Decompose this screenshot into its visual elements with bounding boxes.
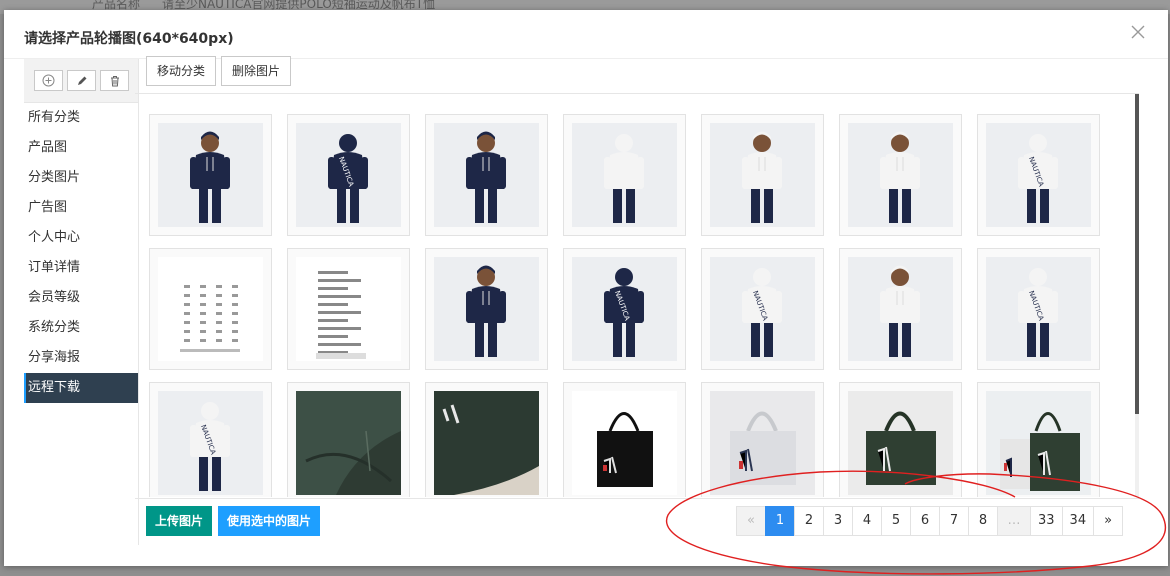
thumbnail-image: [710, 391, 815, 495]
image-thumbnail[interactable]: NAUTICA: [563, 248, 686, 370]
image-thumbnail[interactable]: NAUTICA: [701, 248, 824, 370]
upload-image-button[interactable]: 上传图片: [146, 506, 213, 536]
image-thumbnail[interactable]: [563, 382, 686, 497]
thumbnail-image: [434, 257, 539, 361]
image-thumbnail[interactable]: [563, 114, 686, 236]
edit-icon: [77, 76, 86, 85]
prev-page-button[interactable]: «: [736, 506, 766, 536]
thumbnail-image: NAUTICA: [986, 123, 1091, 227]
thumbnail-image: [572, 391, 677, 495]
thumbnail-image: [710, 123, 815, 227]
page-button[interactable]: 6: [910, 506, 940, 536]
thumbnail-image: [434, 123, 539, 227]
image-thumbnail[interactable]: [701, 114, 824, 236]
add-category-button[interactable]: [34, 70, 63, 91]
category-item[interactable]: 分享海报: [24, 343, 139, 373]
page-ellipsis: …: [997, 506, 1031, 536]
image-thumbnail[interactable]: [287, 382, 410, 497]
image-thumbnail[interactable]: [977, 382, 1100, 497]
thumbnail-image: [296, 257, 401, 361]
thumbnail-image: [572, 123, 677, 227]
category-item[interactable]: 广告图: [24, 193, 139, 223]
category-item[interactable]: 远程下载: [24, 373, 139, 403]
image-thumbnail[interactable]: NAUTICA: [149, 382, 272, 497]
sidebar-toolbar: [24, 59, 139, 103]
thumbnail-image: [848, 257, 953, 361]
page-button[interactable]: 2: [794, 506, 824, 536]
thumbnail-image: [434, 391, 539, 495]
category-item[interactable]: 分类图片: [24, 163, 139, 193]
modal-title: 请选择产品轮播图(640*640px): [24, 31, 234, 47]
add-icon: [42, 74, 55, 87]
next-page-button[interactable]: »: [1093, 506, 1124, 536]
thumbnail-image: NAUTICA: [710, 257, 815, 361]
category-item[interactable]: 订单详情: [24, 253, 139, 283]
category-item[interactable]: 个人中心: [24, 223, 139, 253]
scrollbar-thumb[interactable]: [1135, 94, 1139, 414]
page-button[interactable]: 33: [1030, 506, 1063, 536]
image-thumbnail[interactable]: [839, 248, 962, 370]
page-button[interactable]: 5: [881, 506, 911, 536]
image-thumbnail[interactable]: [425, 248, 548, 370]
image-thumbnail[interactable]: NAUTICA: [977, 114, 1100, 236]
image-thumbnail[interactable]: [839, 114, 962, 236]
image-toolbar: 移动分类 删除图片: [146, 56, 292, 86]
close-icon[interactable]: [1130, 24, 1146, 40]
page-button[interactable]: 3: [823, 506, 853, 536]
thumbnail-image: [848, 391, 953, 495]
image-thumbnail[interactable]: [425, 382, 548, 497]
trash-icon: [110, 75, 119, 86]
category-item[interactable]: 系统分类: [24, 313, 139, 343]
page-button[interactable]: 8: [968, 506, 998, 536]
thumbnail-image: NAUTICA: [572, 257, 677, 361]
delete-image-button[interactable]: 删除图片: [221, 56, 292, 86]
thumbnail-image: NAUTICA: [986, 257, 1091, 361]
page-button[interactable]: 1: [765, 506, 795, 536]
page-button[interactable]: 4: [852, 506, 882, 536]
thumbnail-image: [848, 123, 953, 227]
use-selected-image-button[interactable]: 使用选中的图片: [218, 506, 321, 536]
footer-divider: [135, 498, 1139, 499]
category-item[interactable]: 产品图: [24, 133, 139, 163]
category-item[interactable]: 会员等级: [24, 283, 139, 313]
image-thumbnail[interactable]: NAUTICA: [287, 114, 410, 236]
thumbnail-image: NAUTICA: [296, 123, 401, 227]
thumbnail-image: [158, 123, 263, 227]
thumbnail-image: [296, 391, 401, 495]
category-item[interactable]: 所有分类: [24, 103, 139, 133]
edit-category-button[interactable]: [67, 70, 96, 91]
image-thumbnail[interactable]: [425, 114, 548, 236]
image-thumbnail[interactable]: NAUTICA: [977, 248, 1100, 370]
grid-scrollbar[interactable]: [1135, 94, 1139, 497]
image-thumbnail[interactable]: [149, 248, 272, 370]
category-sidebar: 所有分类 产品图 分类图片 广告图 个人中心 订单详情 会员等级 系统分类 分享海报 远程下载: [24, 59, 139, 545]
thumbnail-image: [986, 391, 1091, 495]
image-thumbnail[interactable]: [149, 114, 272, 236]
image-thumbnail[interactable]: [287, 248, 410, 370]
pagination: «1 2 3 4 5 6 7 8… 33 34»: [736, 506, 1124, 536]
thumbnail-image: [158, 257, 263, 361]
delete-category-button[interactable]: [100, 70, 129, 91]
image-grid: NAUTICA NAUTICA NAUTICA NAUTICA NAUTICA NAUTI…: [135, 94, 1139, 497]
page-button[interactable]: 34: [1061, 506, 1095, 536]
page-button[interactable]: 7: [939, 506, 969, 536]
move-category-button[interactable]: 移动分类: [146, 56, 217, 86]
image-thumbnail[interactable]: [839, 382, 962, 497]
category-list: 所有分类 产品图 分类图片 广告图 个人中心 订单详情 会员等级 系统分类 分享海报 远程下载: [24, 103, 139, 403]
thumbnail-image: NAUTICA: [158, 391, 263, 495]
image-thumbnail[interactable]: [701, 382, 824, 497]
